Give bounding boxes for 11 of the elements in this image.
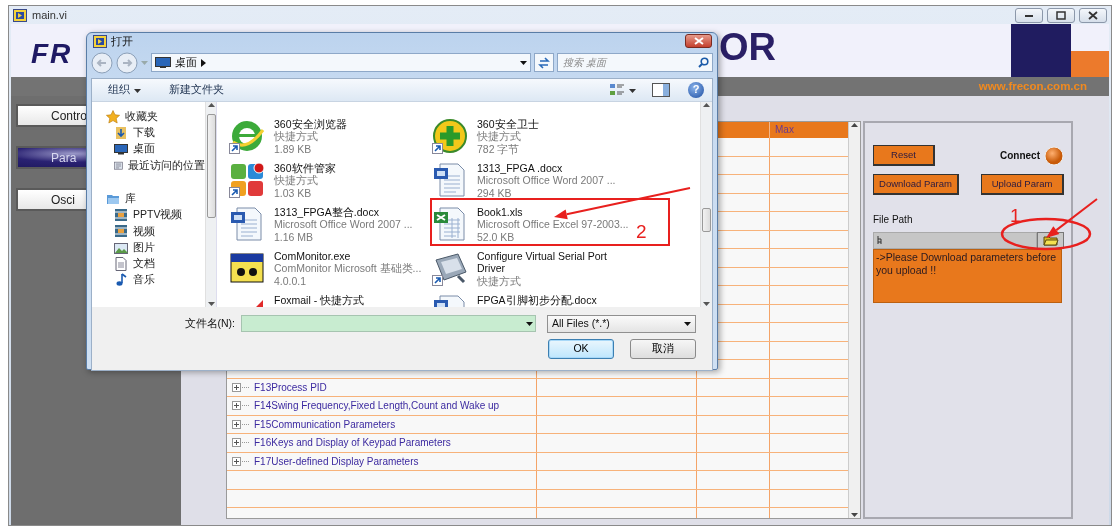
status-message: ->Please Download parameters before you upload !! [873, 248, 1062, 303]
file-path-label: File Path [873, 214, 913, 225]
logo-text: FR [31, 38, 73, 69]
dialog-title: 打开 [111, 34, 133, 49]
website-text: www.frecon.com.cn [978, 78, 1087, 94]
annotation-number: 2 [636, 221, 647, 242]
window-title: main.vi [32, 7, 67, 23]
annotation-number: 1 [1010, 205, 1021, 226]
file-name-label: 文件名(N): [184, 315, 235, 331]
logo-text: OR [719, 25, 776, 70]
connect-label: Connect [1000, 149, 1040, 163]
